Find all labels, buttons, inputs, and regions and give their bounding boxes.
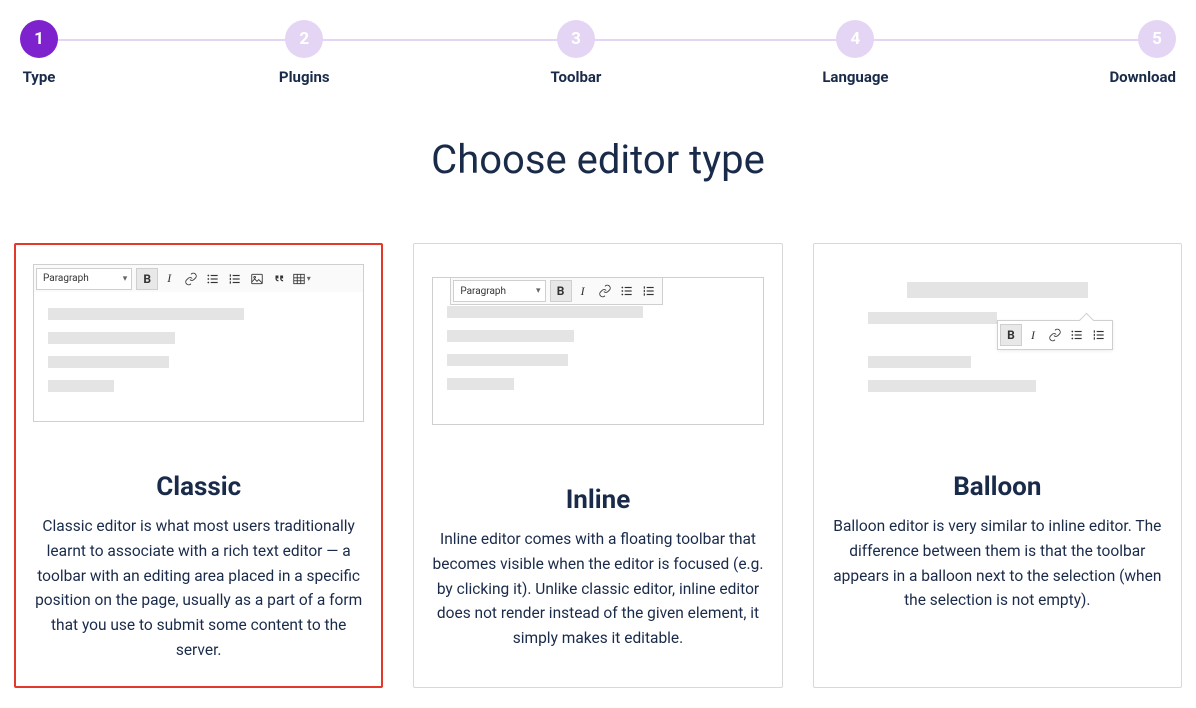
step-label: Language bbox=[822, 68, 888, 86]
paragraph-select[interactable]: Paragraph ▾ bbox=[36, 268, 132, 290]
classic-content-area bbox=[33, 292, 364, 422]
link-icon[interactable] bbox=[1044, 324, 1066, 346]
card-inline[interactable]: Paragraph ▾ B I Inline Inline editor com… bbox=[413, 243, 782, 688]
balloon-toolbar: B I bbox=[997, 320, 1113, 350]
card-description: Classic editor is what most users tradit… bbox=[33, 514, 364, 663]
numbered-list-icon[interactable] bbox=[224, 268, 246, 290]
italic-icon[interactable]: I bbox=[572, 280, 594, 302]
step-number: 2 bbox=[285, 20, 323, 58]
step-number: 3 bbox=[557, 20, 595, 58]
paragraph-select[interactable]: Paragraph ▾ bbox=[453, 280, 545, 302]
step-number: 4 bbox=[836, 20, 874, 58]
step-language[interactable]: 4 Language bbox=[822, 20, 888, 86]
chevron-down-icon: ▾ bbox=[123, 274, 128, 284]
inline-toolbar: Paragraph ▾ B I bbox=[450, 277, 662, 305]
numbered-list-icon[interactable] bbox=[638, 280, 660, 302]
step-download[interactable]: 5 Download bbox=[1109, 20, 1176, 86]
bulleted-list-icon[interactable] bbox=[202, 268, 224, 290]
bold-icon[interactable]: B bbox=[1000, 324, 1022, 346]
card-title: Inline bbox=[432, 485, 763, 515]
step-label: Type bbox=[23, 68, 56, 86]
step-label: Plugins bbox=[279, 68, 330, 86]
card-balloon[interactable]: B I Balloon Balloon editor is very simil… bbox=[813, 243, 1182, 688]
blockquote-icon[interactable] bbox=[268, 268, 290, 290]
italic-icon[interactable]: I bbox=[1022, 324, 1044, 346]
step-toolbar[interactable]: 3 Toolbar bbox=[551, 20, 602, 86]
paragraph-label: Paragraph bbox=[43, 273, 89, 284]
preview-inline: Paragraph ▾ B I bbox=[432, 277, 763, 457]
step-label: Toolbar bbox=[551, 68, 602, 86]
bold-icon[interactable]: B bbox=[550, 280, 572, 302]
preview-classic: Paragraph ▾ B I ▾ bbox=[33, 264, 364, 444]
bold-icon[interactable]: B bbox=[136, 268, 158, 290]
preview-balloon: B I bbox=[832, 264, 1163, 444]
stepper: 1 Type 2 Plugins 3 Toolbar 4 Language 5 … bbox=[10, 20, 1186, 86]
editor-type-cards: Paragraph ▾ B I ▾ bbox=[10, 243, 1186, 688]
link-icon[interactable] bbox=[180, 268, 202, 290]
page-title: Choose editor type bbox=[10, 136, 1186, 183]
card-description: Balloon editor is very similar to inline… bbox=[832, 514, 1163, 613]
image-icon[interactable] bbox=[246, 268, 268, 290]
step-plugins[interactable]: 2 Plugins bbox=[279, 20, 330, 86]
card-title: Balloon bbox=[832, 472, 1163, 502]
step-label: Download bbox=[1109, 68, 1176, 86]
paragraph-label: Paragraph bbox=[460, 286, 506, 297]
card-description: Inline editor comes with a floating tool… bbox=[432, 527, 763, 651]
italic-icon[interactable]: I bbox=[158, 268, 180, 290]
classic-toolbar: Paragraph ▾ B I ▾ bbox=[33, 264, 364, 292]
table-icon[interactable]: ▾ bbox=[290, 268, 312, 290]
bulleted-list-icon[interactable] bbox=[616, 280, 638, 302]
step-number: 1 bbox=[20, 20, 58, 58]
bulleted-list-icon[interactable] bbox=[1066, 324, 1088, 346]
link-icon[interactable] bbox=[594, 280, 616, 302]
step-number: 5 bbox=[1138, 20, 1176, 58]
card-classic[interactable]: Paragraph ▾ B I ▾ bbox=[14, 243, 383, 688]
chevron-down-icon: ▾ bbox=[536, 286, 541, 296]
card-title: Classic bbox=[33, 472, 364, 502]
step-type[interactable]: 1 Type bbox=[20, 20, 58, 86]
numbered-list-icon[interactable] bbox=[1088, 324, 1110, 346]
